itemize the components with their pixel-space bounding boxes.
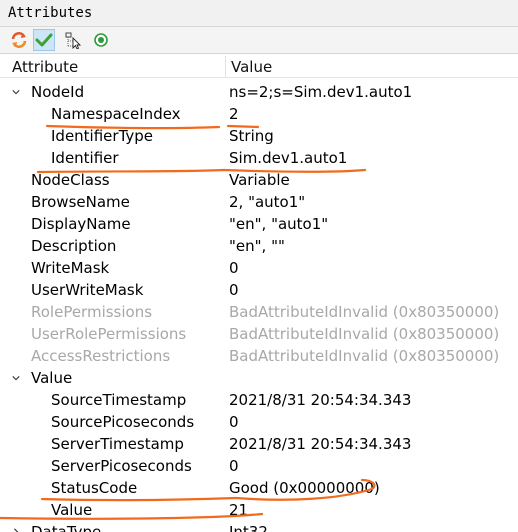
attribute-row[interactable]: NamespaceIndex 2 xyxy=(0,104,518,126)
attribute-row[interactable]: NodeId ns=2;s=Sim.dev1.auto1 xyxy=(0,82,518,104)
attribute-row[interactable]: IdentifierType String xyxy=(0,126,518,148)
attribute-row[interactable]: DisplayName "en", "auto1" xyxy=(0,214,518,236)
attribute-row[interactable]: ServerTimestamp 2021/8/31 20:54:34.343 xyxy=(0,434,518,456)
panel-title: Attributes xyxy=(8,5,93,21)
attribute-value: 2 xyxy=(229,105,239,123)
attribute-row[interactable]: NodeClass Variable xyxy=(0,170,518,192)
attribute-row[interactable]: Value xyxy=(0,368,518,390)
attribute-value: 0 xyxy=(229,457,239,475)
attribute-value: BadAttributeIdInvalid (0x80350000) xyxy=(229,325,500,343)
attribute-row[interactable]: ServerPicoseconds 0 xyxy=(0,456,518,478)
attribute-row[interactable]: Value 21 xyxy=(0,500,518,522)
attribute-name: ServerPicoseconds xyxy=(51,457,192,475)
attribute-name: RolePermissions xyxy=(31,303,153,321)
attribute-name: SourcePicoseconds xyxy=(51,413,195,431)
radio-target-icon xyxy=(94,33,108,47)
attribute-name: DataType xyxy=(31,523,102,532)
attributes-grid: Attribute Value NodeId ns=2;s=Sim.dev1.au… xyxy=(0,56,518,532)
attribute-row[interactable]: WriteMask 0 xyxy=(0,258,518,280)
attribute-row[interactable]: StatusCode Good (0x00000000) xyxy=(0,478,518,500)
attribute-value: Good (0x00000000) xyxy=(229,479,380,497)
attribute-value: 2, "auto1" xyxy=(229,193,306,211)
attribute-name: Identifier xyxy=(51,149,119,167)
attribute-row[interactable]: SourcePicoseconds 0 xyxy=(0,412,518,434)
check-button[interactable] xyxy=(33,29,55,51)
attribute-name: Description xyxy=(31,237,117,255)
attribute-row[interactable]: DataType Int32 xyxy=(0,522,518,532)
chevron-right-icon[interactable] xyxy=(12,528,20,532)
target-button[interactable] xyxy=(90,29,112,51)
attribute-value: BadAttributeIdInvalid (0x80350000) xyxy=(229,347,500,365)
toolbar xyxy=(0,27,518,54)
attribute-value: "en", "auto1" xyxy=(229,215,329,233)
attribute-row[interactable]: Identifier Sim.dev1.auto1 xyxy=(0,148,518,170)
attribute-value: Sim.dev1.auto1 xyxy=(229,149,348,167)
attribute-name: NodeClass xyxy=(31,171,110,189)
chevron-down-icon[interactable] xyxy=(12,374,20,382)
panel-title-bar: Attributes xyxy=(0,0,518,27)
attribute-row[interactable]: RolePermissions BadAttributeIdInvalid (0x… xyxy=(0,302,518,324)
chevron-down-icon[interactable] xyxy=(12,88,20,96)
attribute-row[interactable]: Description "en", "" xyxy=(0,236,518,258)
attribute-value: 21 xyxy=(229,501,249,519)
attribute-row[interactable]: SourceTimestamp 2021/8/31 20:54:34.343 xyxy=(0,390,518,412)
attribute-name: BrowseName xyxy=(31,193,130,211)
column-header: Attribute Value xyxy=(0,56,518,78)
attribute-name: Value xyxy=(31,369,73,387)
tree-select-button[interactable] xyxy=(62,29,84,51)
attribute-row[interactable]: UserWriteMask 0 xyxy=(0,280,518,302)
attribute-value: 0 xyxy=(229,259,239,277)
attribute-value: 2021/8/31 20:54:34.343 xyxy=(229,391,412,409)
attribute-name: NamespaceIndex xyxy=(51,105,181,123)
attribute-name: IdentifierType xyxy=(51,127,154,145)
refresh-button[interactable] xyxy=(8,29,30,51)
attribute-name: DisplayName xyxy=(31,215,131,233)
attribute-name: ServerTimestamp xyxy=(51,435,184,453)
attribute-value: Int32 xyxy=(229,523,268,532)
tree-select-icon xyxy=(65,32,82,49)
attribute-value: String xyxy=(229,127,274,145)
attribute-value: ns=2;s=Sim.dev1.auto1 xyxy=(229,83,413,101)
attribute-value: 0 xyxy=(229,281,239,299)
value-column-header[interactable]: Value xyxy=(231,58,272,76)
attribute-name: UserRolePermissions xyxy=(31,325,187,343)
column-divider[interactable] xyxy=(225,56,226,78)
attribute-name: NodeId xyxy=(31,83,85,101)
attribute-value: BadAttributeIdInvalid (0x80350000) xyxy=(229,303,500,321)
attribute-row[interactable]: UserRolePermissions BadAttributeIdInvalid… xyxy=(0,324,518,346)
attribute-column-header[interactable]: Attribute xyxy=(12,58,78,76)
attribute-name: WriteMask xyxy=(31,259,110,277)
attribute-name: StatusCode xyxy=(51,479,138,497)
attribute-value: 2021/8/31 20:54:34.343 xyxy=(229,435,412,453)
attribute-value: Variable xyxy=(229,171,290,189)
attribute-row[interactable]: AccessRestrictions BadAttributeIdInvalid … xyxy=(0,346,518,368)
attribute-value: "en", "" xyxy=(229,237,285,255)
attribute-name: SourceTimestamp xyxy=(51,391,187,409)
attribute-row[interactable]: BrowseName 2, "auto1" xyxy=(0,192,518,214)
attribute-name: Value xyxy=(51,501,93,519)
attribute-name: AccessRestrictions xyxy=(31,347,171,365)
attribute-value: 0 xyxy=(229,413,239,431)
refresh-icon xyxy=(11,32,27,48)
check-icon xyxy=(35,33,53,47)
attribute-name: UserWriteMask xyxy=(31,281,144,299)
